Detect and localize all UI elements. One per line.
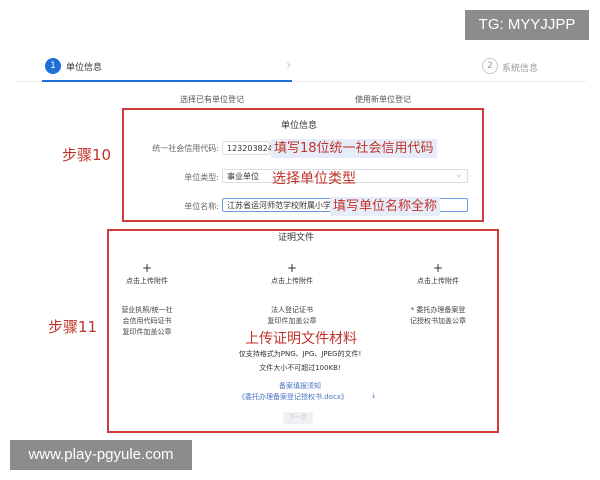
annotation-upload-hint: 上传证明文件材料 <box>245 331 357 347</box>
unit-type-value: 事业单位 <box>227 172 259 181</box>
credit-code-label: 统一社会信用代码: <box>152 144 219 153</box>
step-1-indicator: 1 <box>45 58 61 74</box>
step-1-label: 单位信息 <box>66 63 103 73</box>
step-2-indicator: 2 <box>482 58 498 74</box>
upload-button-legal-person-cert[interactable]: 点击上传附件 <box>252 276 332 286</box>
unit-name-value: 江苏省运河师范学校附属小学 <box>227 201 331 210</box>
template-download-link[interactable]: 《委托办理备案登记授权书.docx》 <box>143 392 443 402</box>
unit-name-label: 单位名称: <box>184 202 219 211</box>
credit-code-input[interactable]: 12320382466656431T <box>222 141 318 155</box>
upload-button-authorization-letter[interactable]: 点击上传附件 <box>398 276 478 286</box>
annotation-step11: 步骤11 <box>48 318 98 336</box>
upload-button-business-license[interactable]: 点击上传附件 <box>107 276 187 286</box>
chevron-right-icon: › <box>286 58 292 73</box>
watermark-url: www.play-pgyule.com <box>10 440 192 470</box>
unit-info-title: 单位信息 <box>281 121 318 131</box>
upload-plus-icon[interactable]: + <box>398 261 478 275</box>
step-2-label: 系统信息 <box>502 64 539 74</box>
guide-link[interactable]: 备案填报须知 <box>150 381 450 391</box>
chevron-down-icon: ⌄ <box>455 170 463 180</box>
upload-desc-authorization-letter: * 委托办理备案登 记授权书加盖公章 <box>410 306 466 325</box>
download-icon[interactable]: ⤓ <box>372 391 375 400</box>
size-note: 文件大小不可超过100KB! <box>259 364 341 372</box>
annotation-credit-code-hint: 填写18位统一社会信用代码 <box>271 139 437 158</box>
upload-plus-icon[interactable]: + <box>107 261 187 275</box>
next-step-button[interactable]: 下一步 <box>283 412 313 424</box>
format-note: 仅支持格式为PNG、JPG、JPEG的文件! <box>238 350 362 358</box>
upload-desc-business-license: 营业执照/统一社 会信用代码证书 复印件加盖公章 <box>121 306 173 336</box>
upload-plus-icon[interactable]: + <box>252 261 332 275</box>
watermark-tg: TG: MYYJJPP <box>465 10 589 40</box>
proof-files-title: 证明文件 <box>278 233 315 243</box>
active-step-underline <box>42 80 292 82</box>
upload-desc-legal-person-cert: 法人登记证书 复印件加盖公章 <box>267 306 317 325</box>
tab-use-new-unit[interactable]: 使用新单位登记 <box>355 94 411 105</box>
annotation-unit-name-hint: 填写单位名称全称 <box>330 197 441 216</box>
annotation-unit-type-hint: 选择单位类型 <box>272 171 356 187</box>
unit-type-label: 单位类型: <box>184 173 219 182</box>
tab-select-existing-unit[interactable]: 选择已有单位登记 <box>180 94 244 105</box>
